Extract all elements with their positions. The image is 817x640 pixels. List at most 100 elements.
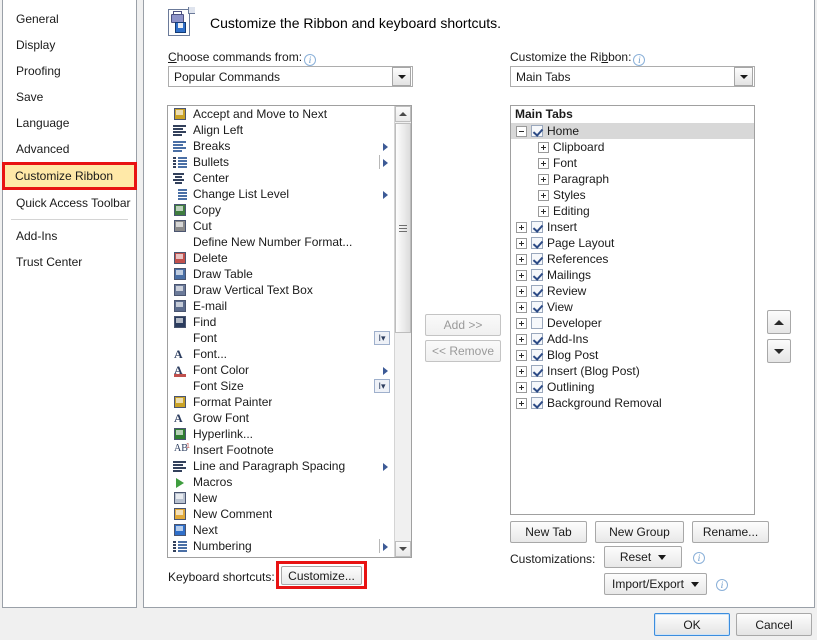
tree-row[interactable]: Paragraph bbox=[511, 171, 754, 187]
command-list-item[interactable]: Copy bbox=[168, 202, 394, 218]
submenu-arrow-icon[interactable] bbox=[383, 191, 388, 199]
expand-icon[interactable] bbox=[538, 173, 549, 185]
tree-checkbox[interactable] bbox=[531, 333, 543, 345]
command-list-item[interactable]: Delete bbox=[168, 250, 394, 266]
command-list-item[interactable]: Draw Table bbox=[168, 266, 394, 282]
tree-row[interactable]: Styles bbox=[511, 187, 754, 203]
command-list-item[interactable]: Align Left bbox=[168, 122, 394, 138]
expand-icon[interactable] bbox=[538, 141, 549, 153]
tree-checkbox[interactable] bbox=[531, 285, 543, 297]
tree-row[interactable]: Add-Ins bbox=[511, 331, 754, 347]
customize-ribbon-combo[interactable]: Main Tabs bbox=[510, 66, 755, 87]
tree-row[interactable]: Blog Post bbox=[511, 347, 754, 363]
sidebar-item-customize-ribbon[interactable]: Customize Ribbon bbox=[2, 162, 137, 190]
command-list-item[interactable]: New Comment bbox=[168, 506, 394, 522]
expand-icon[interactable] bbox=[516, 285, 527, 297]
scrollbar-thumb[interactable] bbox=[395, 123, 411, 333]
command-list-item[interactable]: Bullets bbox=[168, 154, 394, 170]
command-list-item[interactable]: A Font Color bbox=[168, 362, 394, 378]
command-list-item[interactable]: A Grow Font bbox=[168, 410, 394, 426]
commands-list[interactable]: Accept and Move to Next Align Left Breaks B… bbox=[168, 106, 394, 557]
tree-row[interactable]: Insert bbox=[511, 219, 754, 235]
tree-row[interactable]: Page Layout bbox=[511, 235, 754, 251]
command-list-item[interactable]: Accept and Move to Next bbox=[168, 106, 394, 122]
command-list-item[interactable]: Find bbox=[168, 314, 394, 330]
cancel-button[interactable]: Cancel bbox=[736, 613, 812, 636]
tree-row[interactable]: Home bbox=[511, 123, 754, 139]
choose-commands-combo[interactable]: Popular Commands bbox=[168, 66, 413, 87]
tree-row[interactable]: Mailings bbox=[511, 267, 754, 283]
sidebar-item-trust-center[interactable]: Trust Center bbox=[3, 249, 136, 275]
expand-icon[interactable] bbox=[516, 237, 527, 249]
submenu-arrow-icon[interactable] bbox=[383, 143, 388, 151]
expand-icon[interactable] bbox=[516, 381, 527, 393]
customize-keyboard-button[interactable]: Customize... bbox=[281, 566, 362, 585]
expand-icon[interactable] bbox=[538, 205, 549, 217]
tree-checkbox[interactable] bbox=[531, 253, 543, 265]
expand-icon[interactable] bbox=[516, 221, 527, 233]
command-list-item[interactable]: Change List Level bbox=[168, 186, 394, 202]
tree-row[interactable]: Outlining bbox=[511, 379, 754, 395]
tree-checkbox[interactable] bbox=[531, 301, 543, 313]
expand-icon[interactable] bbox=[516, 397, 527, 409]
customize-ribbon-combo-arrow[interactable] bbox=[734, 67, 753, 86]
tree-row[interactable]: Clipboard bbox=[511, 139, 754, 155]
tree-checkbox[interactable] bbox=[531, 269, 543, 281]
ribbon-tree[interactable]: Home Clipboard Font Paragraph Styles Editing I… bbox=[511, 123, 754, 411]
command-list-item[interactable]: A Font... bbox=[168, 346, 394, 362]
command-list-item[interactable]: Format Painter bbox=[168, 394, 394, 410]
add-button[interactable]: Add >> bbox=[425, 314, 501, 336]
text-field-dropdown-icon[interactable]: I▾ bbox=[374, 379, 390, 393]
command-list-item[interactable]: Numbering bbox=[168, 538, 394, 554]
commands-listbox[interactable]: Accept and Move to Next Align Left Breaks B… bbox=[167, 105, 412, 558]
tree-row[interactable]: References bbox=[511, 251, 754, 267]
submenu-arrow-icon[interactable] bbox=[383, 367, 388, 375]
new-group-button[interactable]: New Group bbox=[595, 521, 684, 543]
tree-checkbox[interactable] bbox=[531, 349, 543, 361]
tree-row[interactable]: Background Removal bbox=[511, 395, 754, 411]
new-tab-button[interactable]: New Tab bbox=[510, 521, 587, 543]
import-export-button[interactable]: Import/Export bbox=[604, 573, 707, 595]
sidebar-item-quick-access-toolbar[interactable]: Quick Access Toolbar bbox=[3, 190, 136, 216]
remove-button[interactable]: << Remove bbox=[425, 340, 501, 362]
command-list-item[interactable]: Breaks bbox=[168, 138, 394, 154]
scroll-up-button[interactable] bbox=[395, 106, 411, 122]
expand-icon[interactable] bbox=[516, 333, 527, 345]
reset-button[interactable]: Reset bbox=[604, 546, 682, 568]
tree-row[interactable]: Font bbox=[511, 155, 754, 171]
command-list-item[interactable]: Hyperlink... bbox=[168, 426, 394, 442]
move-down-button[interactable] bbox=[767, 339, 791, 363]
command-list-item[interactable]: Macros bbox=[168, 474, 394, 490]
scroll-down-button[interactable] bbox=[395, 541, 411, 557]
tree-checkbox[interactable] bbox=[531, 365, 543, 377]
expand-icon[interactable] bbox=[538, 189, 549, 201]
tree-checkbox[interactable] bbox=[531, 397, 543, 409]
sidebar-item-general[interactable]: General bbox=[3, 6, 136, 32]
tree-row[interactable]: View bbox=[511, 299, 754, 315]
command-list-item[interactable]: Line and Paragraph Spacing bbox=[168, 458, 394, 474]
command-list-item[interactable]: Font Size I▾ bbox=[168, 378, 394, 394]
sidebar-item-advanced[interactable]: Advanced bbox=[3, 136, 136, 162]
command-list-item[interactable]: E-mail bbox=[168, 298, 394, 314]
command-list-item[interactable]: Define New Number Format... bbox=[168, 234, 394, 250]
command-list-item[interactable]: New bbox=[168, 490, 394, 506]
command-list-item[interactable]: Center bbox=[168, 170, 394, 186]
sidebar-item-display[interactable]: Display bbox=[3, 32, 136, 58]
tree-row[interactable]: Developer bbox=[511, 315, 754, 331]
tree-row[interactable]: Review bbox=[511, 283, 754, 299]
collapse-icon[interactable] bbox=[516, 125, 527, 137]
submenu-arrow-icon[interactable] bbox=[383, 543, 388, 551]
command-list-item[interactable]: AB 1 Insert Footnote bbox=[168, 442, 394, 458]
expand-icon[interactable] bbox=[516, 349, 527, 361]
sidebar-item-proofing[interactable]: Proofing bbox=[3, 58, 136, 84]
tree-row[interactable]: Editing bbox=[511, 203, 754, 219]
info-icon-customize-ribbon[interactable]: i bbox=[633, 54, 646, 66]
tree-checkbox[interactable] bbox=[531, 125, 543, 137]
expand-icon[interactable] bbox=[516, 301, 527, 313]
move-up-button[interactable] bbox=[767, 310, 791, 334]
submenu-arrow-icon[interactable] bbox=[383, 463, 388, 471]
sidebar-item-add-ins[interactable]: Add-Ins bbox=[3, 223, 136, 249]
command-list-item[interactable]: Next bbox=[168, 522, 394, 538]
sidebar-item-save[interactable]: Save bbox=[3, 84, 136, 110]
tree-checkbox[interactable] bbox=[531, 237, 543, 249]
